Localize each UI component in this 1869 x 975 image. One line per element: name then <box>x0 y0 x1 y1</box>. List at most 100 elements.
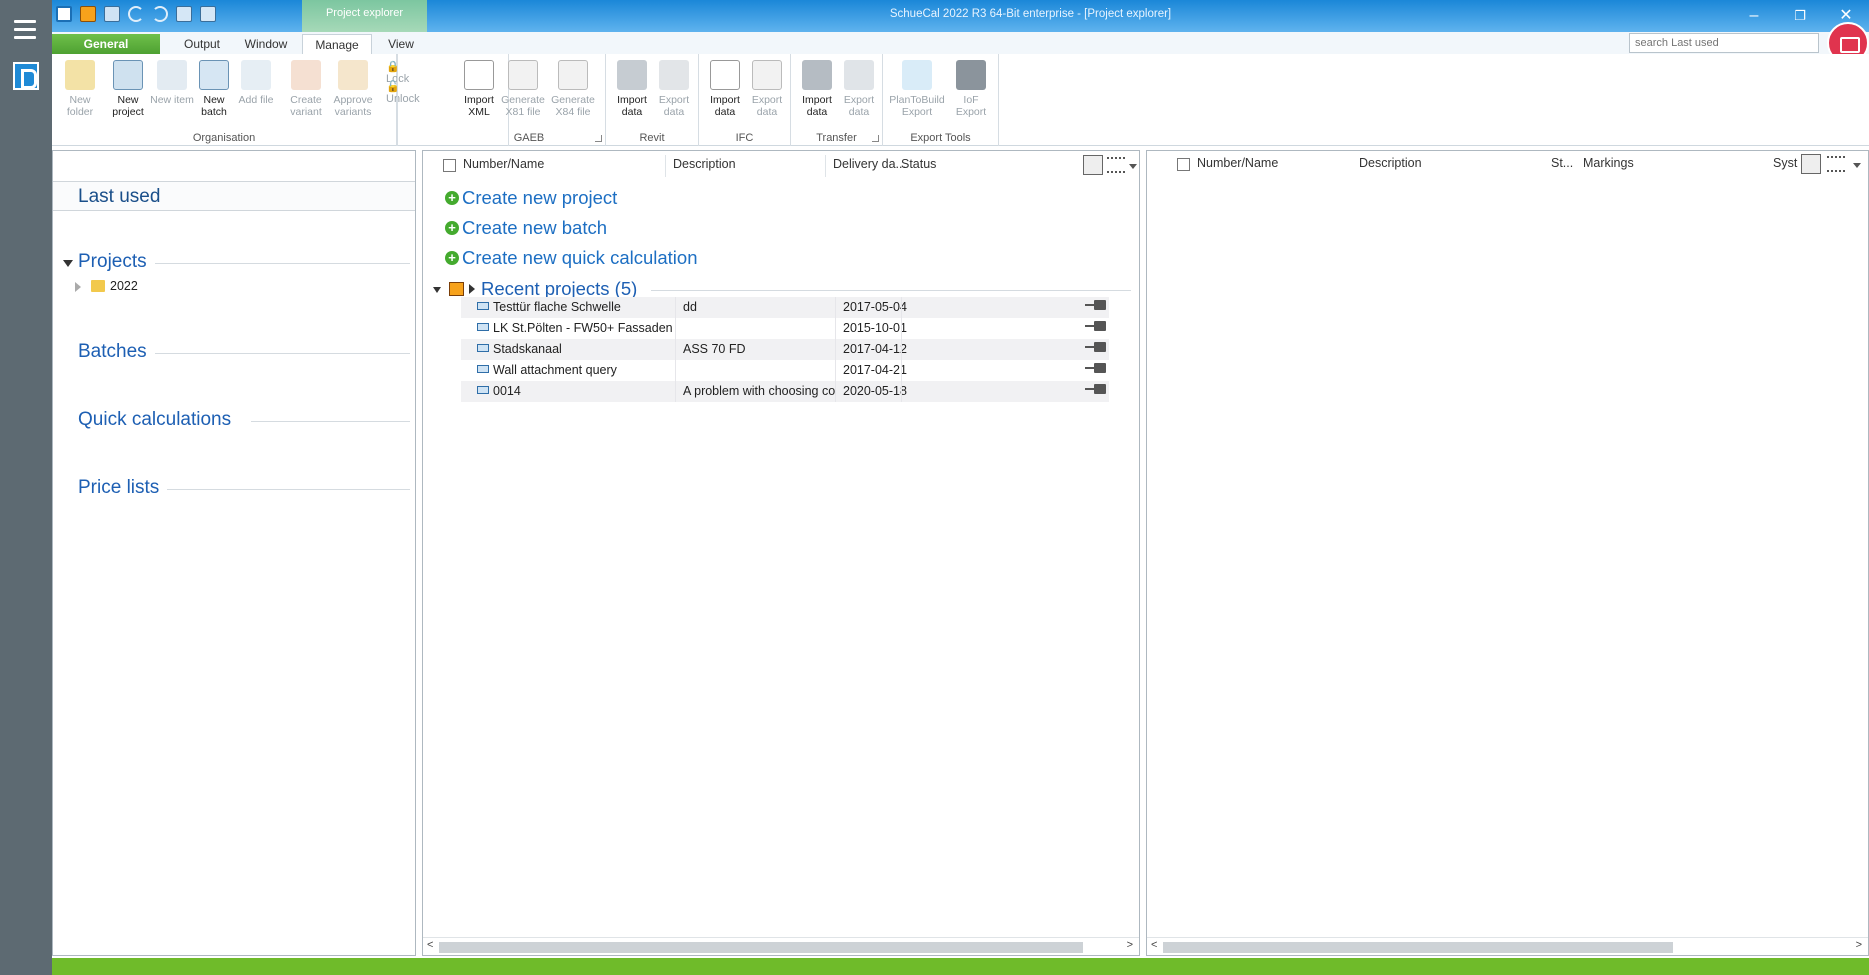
column-description[interactable]: Description <box>1359 156 1422 170</box>
generate-x84-button[interactable]: Generate X84 file <box>551 60 595 118</box>
transfer-export-button[interactable]: Export data <box>837 60 881 118</box>
nav-quick-calculations[interactable]: Quick calculations <box>78 409 231 431</box>
status-bar <box>52 958 1869 975</box>
dropdown-icon[interactable] <box>1129 164 1137 169</box>
hamburger-menu-icon[interactable] <box>14 20 36 44</box>
table-row[interactable]: Stadskanaal ASS 70 FD 2017-04-12 <box>461 339 1109 360</box>
create-new-quick-calculation-link[interactable]: + Create new quick calculation <box>445 247 698 269</box>
ifc-import-button[interactable]: Import data <box>703 60 747 118</box>
column-st[interactable]: St... <box>1551 156 1573 170</box>
select-all-checkbox[interactable] <box>1177 158 1190 171</box>
window-title: SchueCal 2022 R3 64-Bit enterprise - [Pr… <box>889 8 1172 20</box>
view-toggle-icon[interactable] <box>1801 154 1821 174</box>
list-options-icon[interactable] <box>1107 157 1125 173</box>
horizontal-scrollbar[interactable]: < > <box>423 937 1139 955</box>
pin-icon[interactable] <box>1085 383 1107 395</box>
approve-variants-button[interactable]: Approve variants <box>328 60 378 118</box>
table-row[interactable]: Testtür flache Schwelle dd 2017-05-04 <box>461 297 1109 318</box>
expand-arrow-icon[interactable] <box>75 282 81 292</box>
nav-projects[interactable]: Projects <box>78 251 147 273</box>
nav-last-used[interactable]: Last used <box>53 181 415 211</box>
tree-node-2022[interactable]: 2022 <box>110 279 138 293</box>
column-number-name[interactable]: Number/Name <box>1197 156 1278 170</box>
create-new-project-link[interactable]: + Create new project <box>445 187 617 209</box>
group-revit: Import data Export data Revit <box>606 54 699 146</box>
tab-manage[interactable]: Manage <box>302 34 372 54</box>
dialog-launcher-icon[interactable] <box>872 135 879 142</box>
scroll-right-icon[interactable]: > <box>1856 939 1862 951</box>
column-syst[interactable]: Syst <box>1773 156 1797 170</box>
row-name: Testtür flache Schwelle <box>493 300 621 314</box>
transfer-import-button[interactable]: Import data <box>795 60 839 118</box>
revit-export-button[interactable]: Export data <box>652 60 696 118</box>
scrollbar-thumb[interactable] <box>1163 942 1673 953</box>
table-row[interactable]: LK St.Pölten - FW50+ Fassaden 2015-10-01 <box>461 318 1109 339</box>
scroll-left-icon[interactable]: < <box>1151 939 1157 951</box>
add-icon: + <box>445 221 459 235</box>
item-icon <box>157 60 187 90</box>
list-options-icon[interactable] <box>1827 156 1845 172</box>
dialog-launcher-icon[interactable] <box>595 135 602 142</box>
pin-icon[interactable] <box>1085 320 1107 332</box>
expand-arrow-icon[interactable] <box>469 284 475 294</box>
new-folder-button[interactable]: New folder <box>58 60 102 118</box>
ifc-export-icon <box>752 60 782 90</box>
column-status[interactable]: Status <box>901 157 936 171</box>
add-file-button[interactable]: Add file <box>234 60 278 106</box>
pin-icon[interactable] <box>1085 299 1107 311</box>
plantobuild-export-button[interactable]: PlanToBuild Export <box>889 60 945 118</box>
tab-output[interactable]: Output <box>172 34 232 54</box>
select-all-checkbox[interactable] <box>443 159 456 172</box>
app-logo-icon[interactable] <box>13 62 39 90</box>
import-xml-button[interactable]: Import XML <box>457 60 501 118</box>
approve-icon <box>338 60 368 90</box>
nav-price-lists[interactable]: Price lists <box>78 477 159 499</box>
column-delivery-date[interactable]: Delivery da... <box>833 157 906 171</box>
tab-view[interactable]: View <box>378 34 424 54</box>
column-separator <box>825 155 826 177</box>
horizontal-scrollbar[interactable]: < > <box>1147 937 1868 955</box>
row-delivery-date: 2017-05-04 <box>843 300 907 314</box>
scroll-left-icon[interactable]: < <box>427 939 433 951</box>
revit-import-button[interactable]: Import data <box>610 60 654 118</box>
nav-batches[interactable]: Batches <box>78 341 147 363</box>
navigation-panel: Last used Projects 2022 Batches Quick ca… <box>52 150 416 956</box>
scrollbar-thumb[interactable] <box>439 942 1083 953</box>
restore-button[interactable]: ❐ <box>1777 0 1823 32</box>
pin-icon[interactable] <box>1085 362 1107 374</box>
iof-export-button[interactable]: IoF Export <box>949 60 993 118</box>
table-row[interactable]: Wall attachment query 2017-04-21 <box>461 360 1109 381</box>
tab-window[interactable]: Window <box>236 34 296 54</box>
pin-icon[interactable] <box>1085 341 1107 353</box>
tab-general[interactable]: General <box>52 34 160 54</box>
view-toggle-icon[interactable] <box>1083 155 1103 175</box>
scroll-right-icon[interactable]: > <box>1127 939 1133 951</box>
new-project-button[interactable]: New project <box>106 60 150 118</box>
column-number-name[interactable]: Number/Name <box>463 157 544 171</box>
row-description: A problem with choosing cou... <box>683 384 835 398</box>
minimize-button[interactable]: – <box>1731 0 1777 32</box>
column-markings[interactable]: Markings <box>1583 156 1634 170</box>
collapse-arrow-icon[interactable] <box>433 287 441 293</box>
row-name: LK St.Pölten - FW50+ Fassaden <box>493 321 673 335</box>
ribbon-tab-row: General Output Window Manage View <box>52 32 1869 54</box>
create-new-batch-link[interactable]: + Create new batch <box>445 217 607 239</box>
column-description[interactable]: Description <box>673 157 736 171</box>
collapse-arrow-icon[interactable] <box>63 260 73 267</box>
column-separator <box>901 297 902 318</box>
search-input[interactable] <box>1629 33 1819 53</box>
gaeb-import-icon <box>464 60 494 90</box>
table-row[interactable]: 0014 A problem with choosing cou... 2020-0… <box>461 381 1109 402</box>
column-separator <box>835 360 836 381</box>
ifc-export-button[interactable]: Export data <box>745 60 789 118</box>
recent-icon <box>449 282 464 296</box>
new-item-button[interactable]: New item <box>150 60 194 106</box>
row-name: Stadskanaal <box>493 342 562 356</box>
new-batch-button[interactable]: New batch <box>192 60 236 118</box>
iof-icon <box>956 60 986 90</box>
generate-x81-button[interactable]: Generate X81 file <box>501 60 545 118</box>
create-variant-button[interactable]: Create variant <box>284 60 328 118</box>
dropdown-icon[interactable] <box>1853 163 1861 168</box>
group-title: Export Tools <box>910 132 971 144</box>
add-icon: + <box>445 191 459 205</box>
